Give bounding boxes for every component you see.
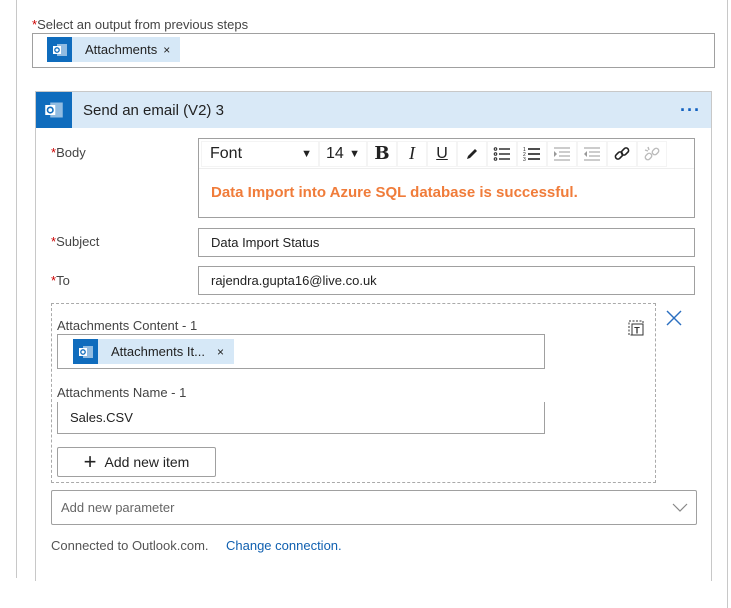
to-label: *To xyxy=(51,273,70,288)
font-size-value: 14 xyxy=(326,144,344,162)
font-value: Font xyxy=(210,144,243,162)
attachments-content-input[interactable]: Attachments It... × xyxy=(57,334,545,369)
subject-value: Data Import Status xyxy=(211,235,320,250)
to-label-text: To xyxy=(56,273,70,288)
numbered-list-button[interactable]: 123 xyxy=(517,140,547,167)
scrollbar-track[interactable] xyxy=(727,0,728,608)
attachments-name-input[interactable]: Sales.CSV xyxy=(57,402,545,434)
body-editor[interactable]: Font ▼ 14 ▼ B I U 123 Data Import into Azu… xyxy=(198,138,695,218)
outdent-button[interactable] xyxy=(577,140,607,167)
token-label: Attachments xyxy=(85,42,158,57)
caret-down-icon: ▼ xyxy=(349,147,360,160)
svg-text:T: T xyxy=(634,326,640,336)
font-color-button[interactable] xyxy=(457,140,487,167)
bulleted-list-button[interactable] xyxy=(487,140,517,167)
italic-button[interactable]: I xyxy=(397,140,427,167)
attachments-item-token: Attachments It... × xyxy=(73,339,234,364)
remove-item-button[interactable] xyxy=(664,308,684,328)
change-connection-link[interactable]: Change connection. xyxy=(226,538,342,553)
output-select-label-text: Select an output from previous steps xyxy=(37,17,249,32)
plus-icon: + xyxy=(83,449,97,474)
to-value: rajendra.gupta16@live.co.uk xyxy=(211,273,377,288)
body-label-text: Body xyxy=(56,145,86,160)
to-input[interactable]: rajendra.gupta16@live.co.uk xyxy=(198,266,695,295)
text-mode-toggle-icon[interactable]: T xyxy=(627,318,647,338)
panel-border-left xyxy=(16,0,17,578)
more-options-button[interactable]: ··· xyxy=(680,100,701,121)
connection-status: Connected to Outlook.com. xyxy=(51,538,209,553)
outdent-icon xyxy=(584,147,600,160)
unlink-icon xyxy=(644,146,660,160)
body-content[interactable]: Data Import into Azure SQL database is s… xyxy=(199,169,694,201)
underline-button[interactable]: U xyxy=(427,140,457,167)
chevron-down-icon xyxy=(672,503,688,512)
add-parameter-placeholder: Add new parameter xyxy=(61,500,175,515)
numbered-list-icon: 123 xyxy=(523,147,540,162)
indent-icon xyxy=(554,147,570,160)
remove-token-button[interactable]: × xyxy=(163,43,180,57)
caret-down-icon: ▼ xyxy=(301,147,312,160)
outlook-icon xyxy=(73,339,98,364)
subject-input[interactable]: Data Import Status xyxy=(198,228,695,257)
link-button[interactable] xyxy=(607,140,637,167)
link-icon xyxy=(614,146,630,160)
underline-icon: U xyxy=(436,144,448,162)
add-new-item-button[interactable]: + Add new item xyxy=(57,447,216,477)
subject-label: *Subject xyxy=(51,234,99,249)
unlink-button[interactable] xyxy=(637,140,667,167)
subject-label-text: Subject xyxy=(56,234,100,249)
add-new-parameter-dropdown[interactable]: Add new parameter xyxy=(51,490,697,525)
editor-toolbar: Font ▼ 14 ▼ B I U 123 xyxy=(199,139,694,169)
bold-icon: B xyxy=(374,143,390,164)
italic-icon: I xyxy=(409,143,415,163)
font-size-dropdown[interactable]: 14 ▼ xyxy=(319,140,367,167)
attachments-name-value: Sales.CSV xyxy=(70,410,133,425)
output-select-label: *Select an output from previous steps xyxy=(32,17,248,32)
outlook-icon xyxy=(36,92,72,128)
svg-text:3: 3 xyxy=(523,157,526,162)
outlook-icon xyxy=(47,37,72,62)
body-label: *Body xyxy=(51,145,86,160)
bold-button[interactable]: B xyxy=(367,140,397,167)
pen-icon xyxy=(467,148,477,159)
attachments-name-label: Attachments Name - 1 xyxy=(57,385,187,400)
output-select-input[interactable]: Attachments × xyxy=(32,33,715,68)
remove-token-button[interactable]: × xyxy=(217,345,234,359)
attachments-token: Attachments × xyxy=(47,37,181,62)
action-header[interactable]: Send an email (V2) 3 ··· xyxy=(36,92,711,128)
add-new-item-label: Add new item xyxy=(104,454,190,470)
token-label: Attachments It... xyxy=(111,344,205,359)
font-dropdown[interactable]: Font ▼ xyxy=(201,140,319,167)
attachments-content-label: Attachments Content - 1 xyxy=(57,318,198,333)
indent-button[interactable] xyxy=(547,140,577,167)
bulleted-list-icon xyxy=(493,146,510,161)
action-title: Send an email (V2) 3 xyxy=(83,101,224,119)
